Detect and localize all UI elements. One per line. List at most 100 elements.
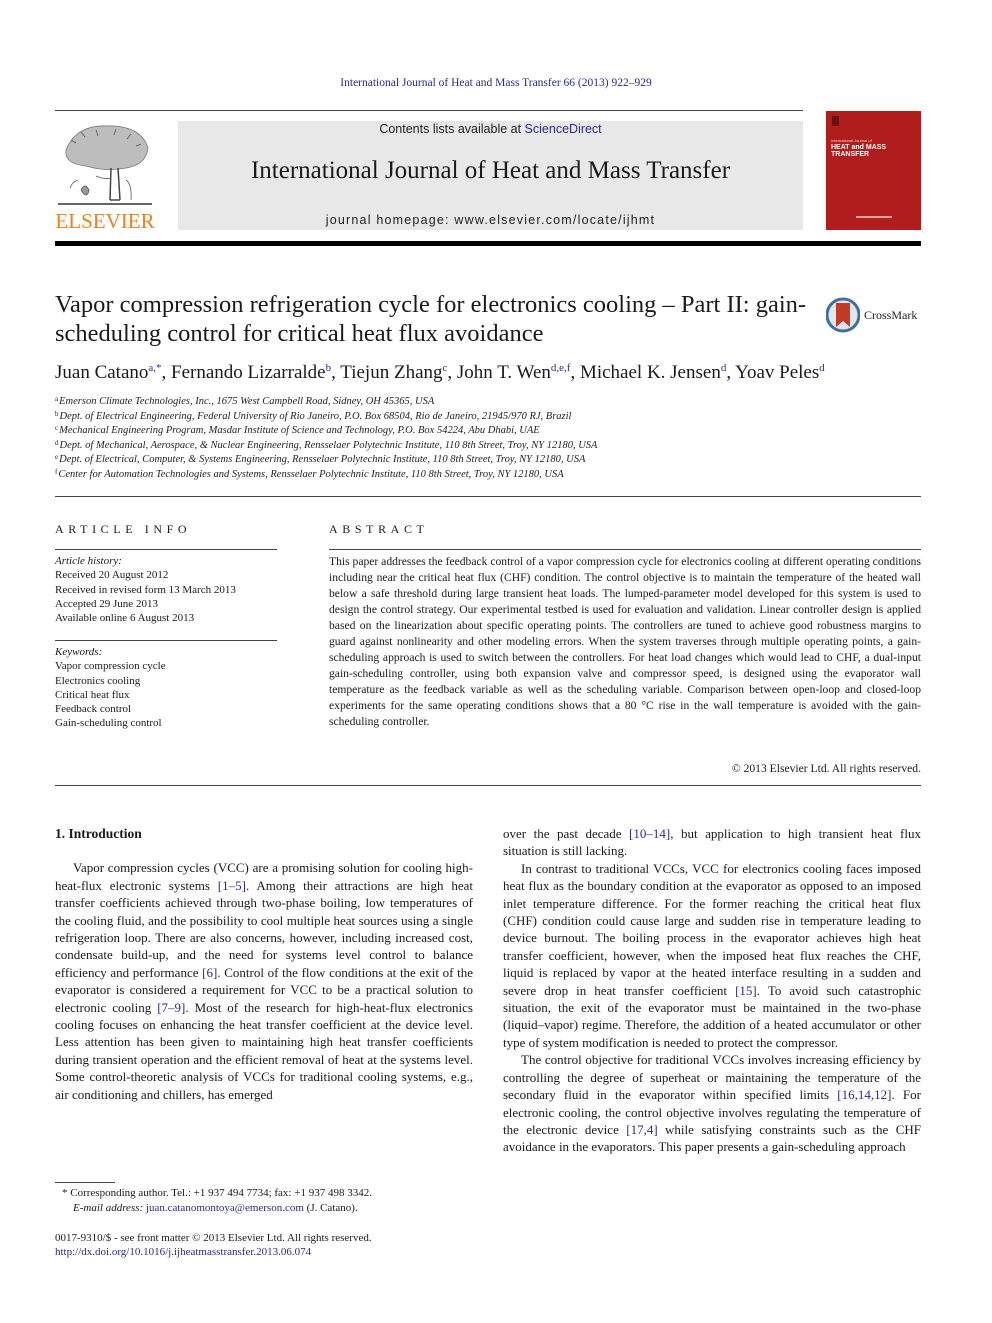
- affiliation-text: Dept. of Mechanical, Aerospace, & Nuclea…: [59, 439, 598, 451]
- affiliation-item: bDept. of Electrical Engineering, Federa…: [55, 410, 815, 425]
- history-item: Received in revised form 13 March 2013: [55, 583, 236, 596]
- front-matter-text: 0017-9310/$ - see front matter © 2013 El…: [55, 1232, 372, 1244]
- header-top-rule: [55, 110, 803, 111]
- email-link[interactable]: juan.catanomontoya@emerson.com: [146, 1202, 304, 1214]
- keyword-item: Electronics cooling: [55, 674, 141, 687]
- affiliation-item: eDept. of Electrical, Computer, & System…: [55, 453, 815, 468]
- body-paragraph: Vapor compression cycles (VCC) are a pro…: [55, 859, 473, 1103]
- front-matter-footer: 0017-9310/$ - see front matter © 2013 El…: [55, 1231, 485, 1259]
- article-title: Vapor compression refrigeration cycle fo…: [55, 291, 807, 347]
- elsevier-wordmark: ELSEVIER: [55, 209, 155, 233]
- cover-title: HEAT and MASS TRANSFER: [831, 144, 887, 158]
- journal-homepage-link[interactable]: journal homepage: www.elsevier.com/locat…: [178, 213, 803, 227]
- keywords-label: Keywords:: [55, 646, 103, 658]
- journal-header-banner: Contents lists available at ScienceDirec…: [178, 121, 803, 230]
- affiliation-key: f: [55, 467, 58, 476]
- section-heading: 1. Introduction: [55, 826, 142, 841]
- email-label: E-mail address:: [73, 1201, 146, 1214]
- abstract-copyright: © 2013 Elsevier Ltd. All rights reserved…: [731, 762, 921, 775]
- body-column-left: 1. Introduction Vapor compression cycles…: [55, 825, 473, 1103]
- author-name[interactable]: Michael K. Jensen: [580, 362, 721, 383]
- author-affiliation-marker[interactable]: d: [819, 362, 825, 374]
- corresponding-author-footnote: * Corresponding author. Tel.: +1 937 494…: [62, 1186, 482, 1215]
- affiliation-item: cMechanical Engineering Program, Masdar …: [55, 424, 815, 439]
- body-paragraph: The control objective for traditional VC…: [503, 1051, 921, 1155]
- elsevier-logo[interactable]: ELSEVIER: [54, 120, 156, 232]
- keyword-item: Gain-scheduling control: [55, 717, 162, 730]
- author-affiliation-marker[interactable]: a,*: [148, 362, 161, 374]
- body-text: In contrast to traditional VCCs, VCC for…: [503, 860, 921, 998]
- affiliation-text: Dept. of Electrical Engineering, Federal…: [59, 410, 572, 422]
- body-paragraph: In contrast to traditional VCCs, VCC for…: [503, 860, 921, 1051]
- header-thick-rule: [55, 241, 921, 246]
- abstract-divider: [55, 785, 921, 786]
- cover-subtitle: International Journal of: [831, 138, 872, 143]
- citation-ref-link[interactable]: [1–5]: [218, 878, 246, 893]
- affiliation-key: d: [55, 438, 59, 447]
- affiliation-key: a: [55, 395, 59, 403]
- affiliation-text: Mechanical Engineering Program, Masdar I…: [59, 425, 540, 436]
- citation-ref-link[interactable]: [16,14,12]: [837, 1087, 891, 1102]
- affiliation-item: aEmerson Climate Technologies, Inc., 167…: [55, 395, 815, 410]
- affiliation-text: Emerson Climate Technologies, Inc., 1675…: [59, 396, 435, 407]
- author-name[interactable]: Tiejun Zhang: [340, 362, 442, 383]
- affiliation-text: Dept. of Electrical, Computer, & Systems…: [59, 454, 586, 465]
- left-paragraphs: Vapor compression cycles (VCC) are a pro…: [55, 859, 473, 1103]
- author-affiliation-marker[interactable]: b: [326, 362, 332, 374]
- doi-link[interactable]: http://dx.doi.org/10.1016/j.ijheatmasstr…: [55, 1245, 485, 1259]
- email-line: E-mail address: juan.catanomontoya@emers…: [62, 1201, 482, 1216]
- citation-ref-link[interactable]: [17,4]: [626, 1122, 657, 1137]
- author-list: Juan Catanoa,*, Fernando Lizarraldeb, Ti…: [55, 362, 825, 383]
- author-affiliation-marker[interactable]: d: [721, 362, 727, 374]
- article-history: Article history: Received 20 August 2012…: [55, 554, 285, 625]
- corresponding-author-text: * Corresponding author. Tel.: +1 937 494…: [62, 1187, 372, 1199]
- affiliation-key: c: [55, 424, 59, 432]
- affiliation-list: aEmerson Climate Technologies, Inc., 167…: [55, 395, 815, 482]
- history-item: Received 20 August 2012: [55, 569, 169, 582]
- author-name[interactable]: Juan Catano: [55, 362, 148, 383]
- author-affiliation-marker[interactable]: c: [443, 362, 448, 374]
- affiliations-divider: [55, 496, 921, 497]
- author-name[interactable]: Fernando Lizarralde: [171, 362, 326, 383]
- affiliation-key: e: [55, 453, 59, 461]
- body-column-right: over the past decade [10–14], but applic…: [503, 825, 921, 1156]
- affiliation-item: dDept. of Mechanical, Aerospace, & Nucle…: [55, 439, 815, 454]
- article-history-label: Article history:: [55, 555, 122, 567]
- author-name[interactable]: Yoav Peles: [735, 362, 819, 383]
- cover-publisher-icon: [832, 116, 839, 126]
- contents-prefix: Contents lists available at: [379, 122, 525, 136]
- keyword-item: Vapor compression cycle: [55, 660, 166, 673]
- history-item: Available online 6 August 2013: [55, 612, 195, 625]
- abstract-heading: ABSTRACT: [329, 522, 429, 536]
- article-info-rule: [55, 549, 277, 550]
- affiliation-item: fCenter for Automation Technologies and …: [55, 468, 815, 483]
- keywords-rule: [55, 640, 277, 641]
- citation-ref-link[interactable]: [7–9]: [157, 1000, 185, 1015]
- footnote-rule: [55, 1182, 115, 1183]
- affiliation-text: Center for Automation Technologies and S…: [58, 468, 564, 480]
- article-info-heading: ARTICLE INFO: [55, 522, 192, 536]
- right-paragraphs: over the past decade [10–14], but applic…: [503, 825, 921, 1156]
- keyword-item: Critical heat flux: [55, 688, 130, 701]
- keyword-item: Feedback control: [55, 703, 132, 716]
- citation-ref-link[interactable]: [10–14]: [629, 826, 670, 841]
- citation-ref-link[interactable]: [6]: [202, 965, 217, 980]
- citation-ref-link[interactable]: [15]: [735, 983, 757, 998]
- cover-footer-line: [856, 216, 892, 218]
- body-text: over the past decade: [503, 826, 630, 841]
- sciencedirect-link[interactable]: ScienceDirect: [525, 122, 602, 136]
- author-affiliation-marker[interactable]: d,e,f: [551, 362, 571, 374]
- elsevier-tree-icon: [58, 125, 152, 205]
- email-suffix: (J. Catano).: [303, 1201, 358, 1214]
- crossmark-button[interactable]: CrossMark: [826, 297, 926, 333]
- body-paragraph: over the past decade [10–14], but applic…: [503, 825, 921, 860]
- affiliation-key: b: [55, 409, 59, 418]
- journal-cover-thumbnail[interactable]: International Journal of HEAT and MASS T…: [826, 111, 921, 230]
- history-item: Accepted 29 June 2013: [55, 597, 158, 610]
- crossmark-icon: [826, 297, 860, 333]
- author-name[interactable]: John T. Wen: [457, 362, 551, 383]
- abstract-rule: [329, 549, 921, 550]
- journal-citation-link[interactable]: International Journal of Heat and Mass T…: [0, 77, 992, 89]
- abstract-text: This paper addresses the feedback contro…: [329, 555, 921, 728]
- journal-name: International Journal of Heat and Mass T…: [250, 157, 731, 184]
